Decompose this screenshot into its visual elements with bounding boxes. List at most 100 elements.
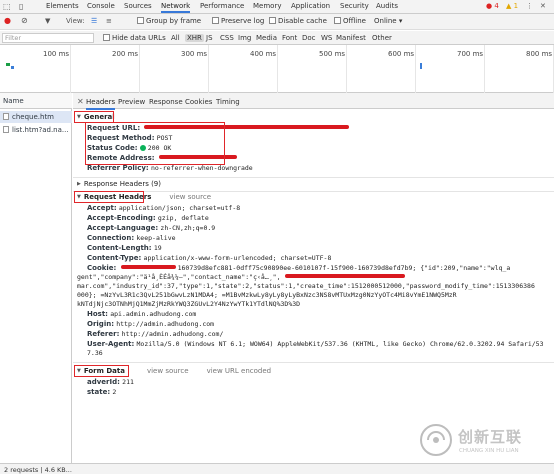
tab-sources[interactable]: Sources — [124, 2, 152, 10]
preserve-log-checkbox[interactable]: Preserve log — [212, 17, 264, 25]
request-row-cheque[interactable]: cheque.htm — [0, 111, 72, 123]
form-data-section-header[interactable]: ▼ Form Data view source view URL encoded — [73, 367, 554, 378]
device-toolbar-icon[interactable]: ▯ — [19, 2, 23, 11]
devtools-tab-bar: ⬚ ▯ Elements Console Sources Network Per… — [0, 0, 554, 14]
filter-type-img[interactable]: Img — [238, 34, 251, 42]
large-rows-icon[interactable]: ☰ — [91, 17, 97, 25]
close-detail-icon[interactable]: ✕ — [77, 97, 84, 106]
filter-type-js[interactable]: JS — [206, 34, 213, 42]
timeline-tick: 600 ms — [388, 50, 415, 58]
more-menu-icon[interactable]: ⋮ — [526, 2, 533, 10]
disable-cache-label: Disable cache — [278, 17, 327, 25]
form-data-view-url-encoded-link[interactable]: view URL encoded — [207, 367, 272, 375]
header-value: zh-CN,zh;q=0.9 — [160, 224, 216, 232]
referrer-policy-value: no-referrer-when-downgrade — [150, 164, 253, 172]
tab-performance[interactable]: Performance — [200, 2, 244, 10]
network-timeline-overview[interactable]: 100 ms 200 ms 300 ms 400 ms 500 ms 600 m… — [0, 45, 554, 93]
clear-icon[interactable]: ⊘ — [21, 16, 28, 25]
annotation-box — [74, 191, 144, 203]
view-label: View: — [66, 17, 85, 25]
referrer-policy-row: Referrer Policy: no-referrer-when-downgr… — [87, 164, 554, 173]
close-devtools-icon[interactable]: ✕ — [540, 2, 546, 10]
tab-preview[interactable]: Preview — [118, 98, 145, 106]
referer-value: http://admin.adhudong.com/ — [121, 330, 224, 338]
timeline-tick: 700 ms — [457, 50, 484, 58]
tab-response[interactable]: Response — [149, 98, 183, 106]
tab-memory[interactable]: Memory — [253, 2, 281, 10]
timeline-tick: 300 ms — [181, 50, 208, 58]
header-row: Host: api.admin.adhudong.com — [87, 310, 554, 319]
filter-type-doc[interactable]: Doc — [302, 34, 316, 42]
disable-cache-checkbox[interactable]: Disable cache — [269, 17, 327, 25]
response-headers-section-header[interactable]: ▶ Response Headers (9) — [73, 180, 554, 191]
cookie-key: Cookie: — [87, 264, 117, 272]
user-agent-key: User-Agent: — [87, 340, 135, 348]
filter-type-manifest[interactable]: Manifest — [336, 34, 366, 42]
request-headers-section-header[interactable]: ▼ Request Headers view source — [73, 193, 554, 204]
tab-security[interactable]: Security — [340, 2, 369, 10]
cookie-row: mar.com","industry_id":37,"type":1,"stat… — [77, 282, 544, 291]
error-count-icon[interactable]: ● 4 — [486, 2, 499, 10]
tab-cookies[interactable]: Cookies — [185, 98, 212, 106]
form-data-row: adverId: 211 — [87, 378, 554, 387]
host-key: Host: — [87, 310, 108, 318]
header-value: application/x-www-form-urlencoded; chars… — [143, 254, 332, 262]
redaction-mark — [120, 265, 176, 269]
watermark-text: 创新互联 — [458, 428, 523, 446]
name-column-header[interactable]: Name — [0, 93, 72, 109]
redaction-mark — [284, 274, 405, 278]
timeline-bar — [6, 63, 10, 66]
header-row: User-Agent: Mozilla/5.0 (Windows NT 6.1;… — [87, 340, 554, 349]
filter-type-media[interactable]: Media — [256, 34, 277, 42]
throttle-value: Online — [374, 17, 397, 25]
form-data-view-source-link[interactable]: view source — [147, 367, 189, 375]
warning-count-icon[interactable]: ▲ 1 — [506, 2, 518, 10]
header-value: application/json; charset=utf-8 — [118, 204, 241, 212]
tab-timing[interactable]: Timing — [216, 98, 240, 106]
filter-type-ws[interactable]: WS — [321, 34, 332, 42]
timeline-tick: 500 ms — [319, 50, 346, 58]
tab-application[interactable]: Application — [291, 2, 330, 10]
inspect-icon[interactable]: ⬚ — [3, 2, 11, 11]
form-value: 2 — [112, 388, 117, 396]
origin-value: http://admin.adhudong.com — [116, 320, 215, 328]
cookie-row: 000}; =NzYvL3R1c3QvL251bGwvLzN1MDA4; =M1… — [77, 291, 544, 300]
network-status-bar: 2 requests | 4.6 KB... — [0, 463, 554, 474]
cookie-line: gent","company":"ä¹å¸ÈÉå¾¼—","contact_na… — [77, 273, 281, 281]
watermark-logo: 创新互联 CHUANG XIN HU LIAN — [414, 418, 554, 464]
network-toolbar: ● ⊘ ▼ View: ☰ ≡ Group by frame Preserve … — [0, 14, 554, 30]
request-row-list[interactable]: list.htm?ad.na... — [0, 124, 72, 136]
hide-data-urls-checkbox[interactable]: Hide data URLs — [103, 34, 166, 42]
header-row: 7.36 — [87, 349, 554, 358]
request-headers-view-source-link[interactable]: view source — [169, 193, 211, 201]
origin-key: Origin: — [87, 320, 114, 328]
header-row: Origin: http://admin.adhudong.com — [87, 320, 554, 329]
cookie-row: Cookie: 160739d8efc881-0dff75c90890ee-60… — [87, 264, 554, 273]
header-row: Content-Length: 19 — [87, 244, 554, 253]
record-icon[interactable]: ● — [4, 16, 11, 25]
filter-type-xhr[interactable]: XHR — [185, 34, 204, 42]
offline-checkbox[interactable]: Offline — [334, 17, 366, 25]
filter-icon[interactable]: ▼ — [45, 17, 50, 25]
tab-network[interactable]: Network — [161, 2, 191, 13]
form-value: 211 — [122, 378, 134, 386]
filter-type-all[interactable]: All — [171, 34, 180, 42]
filter-input[interactable]: Filter — [2, 33, 94, 43]
tab-console[interactable]: Console — [87, 2, 115, 10]
group-by-frame-checkbox[interactable]: Group by frame — [137, 17, 201, 25]
detail-tab-bar: ✕ Headers Preview Response Cookies Timin… — [73, 93, 554, 110]
referer-key: Referer: — [87, 330, 120, 338]
filter-type-font[interactable]: Font — [282, 34, 297, 42]
form-data-row: state: 2 — [87, 388, 554, 397]
filter-type-css[interactable]: CSS — [220, 34, 234, 42]
timeline-tick: 200 ms — [112, 50, 139, 58]
offline-label: Offline — [343, 17, 366, 25]
tab-elements[interactable]: Elements — [46, 2, 79, 10]
user-agent-value: Mozilla/5.0 (Windows NT 6.1; WOW64) Appl… — [136, 340, 544, 348]
throttle-select[interactable]: Online ▾ — [374, 17, 402, 25]
tab-audits[interactable]: Audits — [376, 2, 398, 10]
annotation-box — [74, 365, 129, 377]
header-value: gzip, deflate — [157, 214, 209, 222]
overview-icon[interactable]: ≡ — [106, 17, 112, 25]
filter-type-other[interactable]: Other — [372, 34, 392, 42]
